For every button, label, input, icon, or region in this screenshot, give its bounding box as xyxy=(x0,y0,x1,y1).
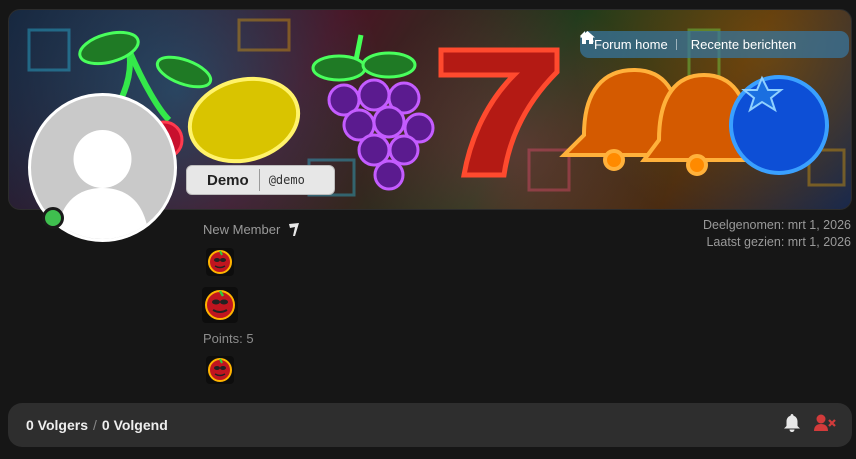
follow-separator: / xyxy=(93,417,97,433)
user-handle: @demo xyxy=(268,173,305,187)
nav-pill: Forum home Recente berichten xyxy=(580,31,849,58)
member-dates: Deelgenomen: mrt 1, 2026 Laatst gezien: … xyxy=(703,217,851,251)
forum-home-link[interactable]: Forum home xyxy=(580,31,676,52)
joined-date: Deelgenomen: mrt 1, 2026 xyxy=(702,218,851,232)
cherry-badge-icon[interactable] xyxy=(206,248,234,276)
last-seen-date: Laatst gezien: mrt 1, 2026 xyxy=(706,235,851,249)
following-count[interactable]: 0 Volgend xyxy=(102,417,168,433)
online-status-indicator xyxy=(42,207,64,229)
rank-label: New Member xyxy=(203,222,281,237)
recent-posts-label: Recente berichten xyxy=(690,37,797,52)
forum-home-label: Forum home xyxy=(594,37,668,52)
seven-icon xyxy=(438,47,560,178)
bell-icon[interactable] xyxy=(784,414,800,432)
blueberry-icon xyxy=(729,75,829,175)
followers-count[interactable]: 0 Volgers xyxy=(26,417,88,433)
cherry-badge-icon[interactable] xyxy=(202,287,238,323)
username-pill: Demo @demo xyxy=(186,165,335,195)
display-name: Demo xyxy=(207,171,249,189)
follow-bar: 0 Volgers / 0 Volgend xyxy=(8,403,852,447)
cherry-badge-icon[interactable] xyxy=(206,356,234,384)
rank-icon xyxy=(289,223,300,236)
reply-icon xyxy=(580,31,594,43)
member-rank: New Member xyxy=(203,222,300,237)
points-count: Points: 5 xyxy=(203,331,254,346)
recent-posts-link[interactable]: Recente berichten xyxy=(580,31,805,52)
user-remove-icon[interactable] xyxy=(814,414,836,432)
follow-actions xyxy=(784,414,836,432)
